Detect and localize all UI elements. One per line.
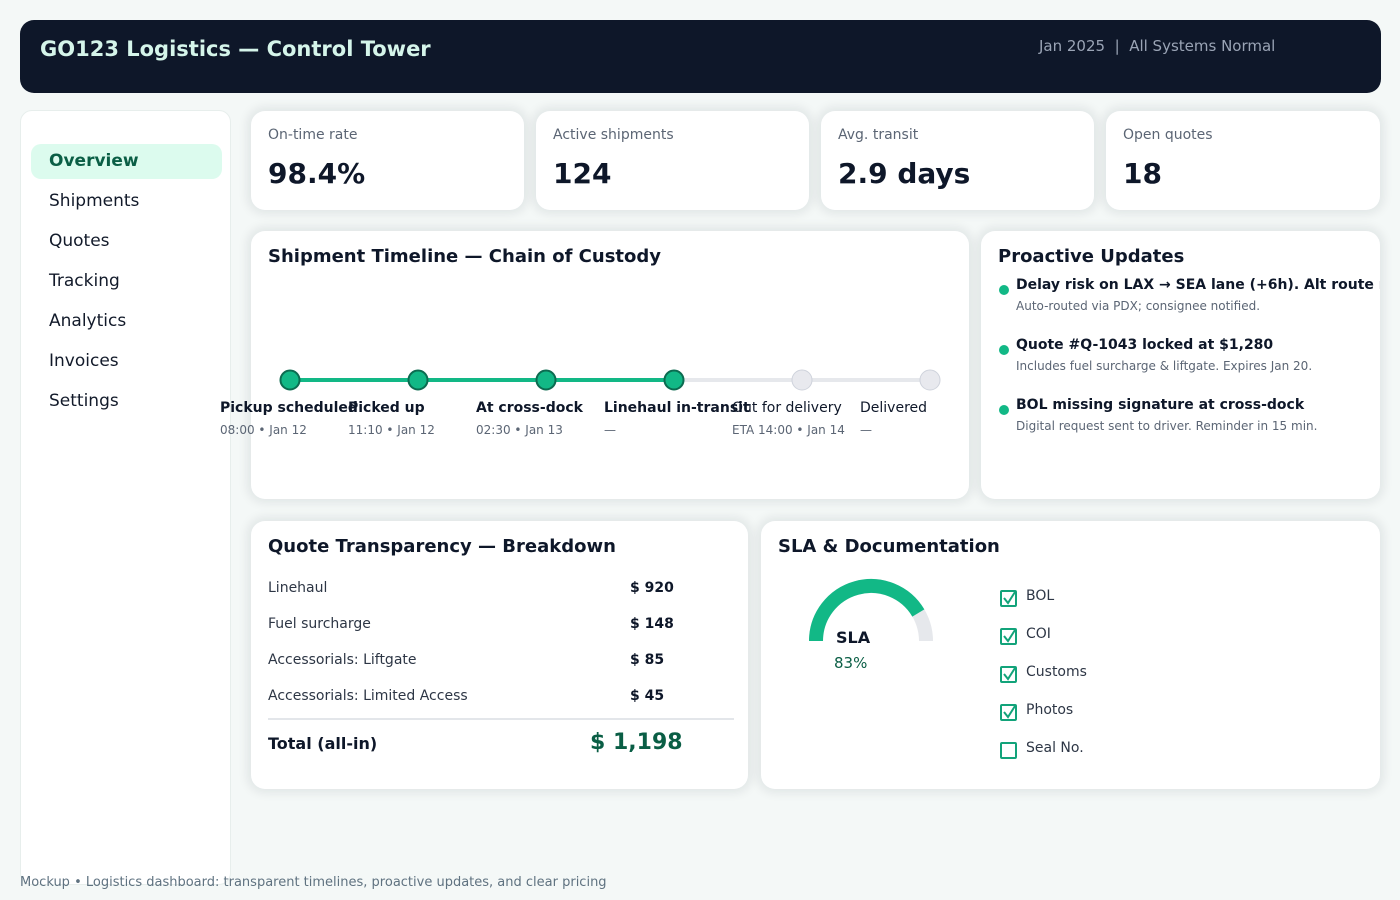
sla-gauge-label: SLA: [836, 628, 871, 647]
updates-card: Proactive Updates Delay risk on LAX → SE…: [981, 231, 1380, 499]
sidebar: Overview Shipments Quotes Tracking Analy…: [20, 110, 231, 885]
timeline-step-time: —: [604, 423, 616, 437]
quote-line-value: $ 920: [630, 580, 674, 596]
kpi-value: 2.9 days: [838, 157, 971, 190]
header-status: Jan 2025 | All Systems Normal: [1039, 37, 1276, 55]
update-bullet-icon: [999, 405, 1009, 415]
kpi-value: 98.4%: [268, 157, 366, 190]
doc-label: COI: [1026, 626, 1051, 642]
doc-checkbox-bol[interactable]: [1000, 590, 1017, 607]
sla-title: SLA & Documentation: [778, 536, 1000, 557]
sla-gauge: [809, 579, 933, 642]
doc-label: Customs: [1026, 664, 1087, 680]
quote-line-value: $ 45: [630, 688, 665, 704]
doc-label: BOL: [1026, 588, 1055, 604]
timeline-step-time: 08:00 • Jan 12: [220, 423, 307, 437]
quote-line-label: Linehaul: [268, 580, 328, 596]
quote-card: Quote Transparency — Breakdown Linehaul …: [251, 521, 748, 789]
kpi-label: Open quotes: [1123, 127, 1213, 143]
timeline-step-time: ETA 14:00 • Jan 14: [732, 423, 845, 437]
kpi-card-avg-transit: Avg. transit 2.9 days: [821, 111, 1094, 210]
kpi-label: On-time rate: [268, 127, 358, 143]
sla-card: SLA & Documentation SLA 83% BOL COI Cust…: [761, 521, 1380, 789]
kpi-value: 18: [1123, 157, 1162, 190]
update-title: Quote #Q-1043 locked at $1,280: [1016, 337, 1274, 353]
timeline-progress: [290, 378, 674, 382]
doc-checkbox-coi[interactable]: [1000, 628, 1017, 645]
kpi-card-on-time: On-time rate 98.4%: [251, 111, 524, 210]
updates-title: Proactive Updates: [998, 246, 1185, 267]
doc-checkbox-seal-no[interactable]: [1000, 742, 1017, 759]
sidebar-item-overview[interactable]: Overview: [31, 144, 222, 179]
timeline-step-label: Out for delivery: [732, 400, 842, 416]
sidebar-item-invoices[interactable]: Invoices: [31, 344, 222, 379]
kpi-label: Avg. transit: [838, 127, 919, 143]
update-bullet-icon: [999, 345, 1009, 355]
doc-checkbox-customs[interactable]: [1000, 666, 1017, 683]
sla-gauge-value: 83%: [834, 654, 868, 672]
timeline-step-marker: [663, 369, 685, 391]
sidebar-item-quotes[interactable]: Quotes: [31, 224, 222, 259]
timeline-step-time: 11:10 • Jan 12: [348, 423, 435, 437]
doc-label: Photos: [1026, 702, 1074, 718]
quote-total-label: Total (all-in): [268, 734, 378, 753]
kpi-label: Active shipments: [553, 127, 674, 143]
timeline-step-label: At cross-dock: [476, 400, 583, 416]
timeline-step-label: Delivered: [860, 400, 928, 416]
quote-line-value: $ 148: [630, 616, 674, 632]
timeline-step-time: —: [860, 423, 872, 437]
app-title: GO123 Logistics — Control Tower: [40, 37, 431, 61]
timeline-step-label: Pickup scheduled: [220, 400, 358, 416]
quote-line-value: $ 85: [630, 652, 665, 668]
header-bar: GO123 Logistics — Control Tower Jan 2025…: [20, 20, 1381, 93]
kpi-value: 124: [553, 157, 612, 190]
kpi-card-open-quotes: Open quotes 18: [1106, 111, 1380, 210]
quote-title: Quote Transparency — Breakdown: [268, 536, 616, 557]
timeline-step-marker: [919, 369, 941, 391]
sidebar-item-tracking[interactable]: Tracking: [31, 264, 222, 299]
kpi-card-active-shipments: Active shipments 124: [536, 111, 809, 210]
quote-line-label: Accessorials: Limited Access: [268, 688, 468, 704]
timeline-step-label: Picked up: [348, 400, 425, 416]
update-title: Delay risk on LAX → SEA lane (+6h). Alt …: [1016, 277, 1380, 293]
update-title: BOL missing signature at cross-dock: [1016, 397, 1305, 413]
timeline-step-marker: [535, 369, 557, 391]
update-detail: Digital request sent to driver. Reminder…: [1016, 419, 1318, 433]
update-detail: Auto-routed via PDX; consignee notified.: [1016, 299, 1261, 313]
sidebar-item-analytics[interactable]: Analytics: [31, 304, 222, 339]
timeline-step-time: 02:30 • Jan 13: [476, 423, 563, 437]
timeline-step-marker: [791, 369, 813, 391]
update-detail: Includes fuel surcharge & liftgate. Expi…: [1016, 359, 1313, 373]
timeline-step-label: Linehaul in-transit: [604, 400, 750, 416]
update-bullet-icon: [999, 285, 1009, 295]
quote-line-label: Accessorials: Liftgate: [268, 652, 417, 668]
sidebar-item-shipments[interactable]: Shipments: [31, 184, 222, 219]
timeline-card: Shipment Timeline — Chain of Custody: [251, 231, 969, 499]
quote-divider: [268, 718, 734, 720]
quote-line-label: Fuel surcharge: [268, 616, 371, 632]
footer-caption: Mockup • Logistics dashboard: transparen…: [20, 875, 607, 890]
sidebar-item-settings[interactable]: Settings: [31, 384, 222, 419]
timeline-title: Shipment Timeline — Chain of Custody: [268, 246, 662, 267]
quote-total-value: $ 1,198: [590, 730, 683, 755]
timeline-step-marker: [407, 369, 429, 391]
doc-label: Seal No.: [1026, 740, 1084, 756]
doc-checkbox-photos[interactable]: [1000, 704, 1017, 721]
timeline-step-marker: [279, 369, 301, 391]
